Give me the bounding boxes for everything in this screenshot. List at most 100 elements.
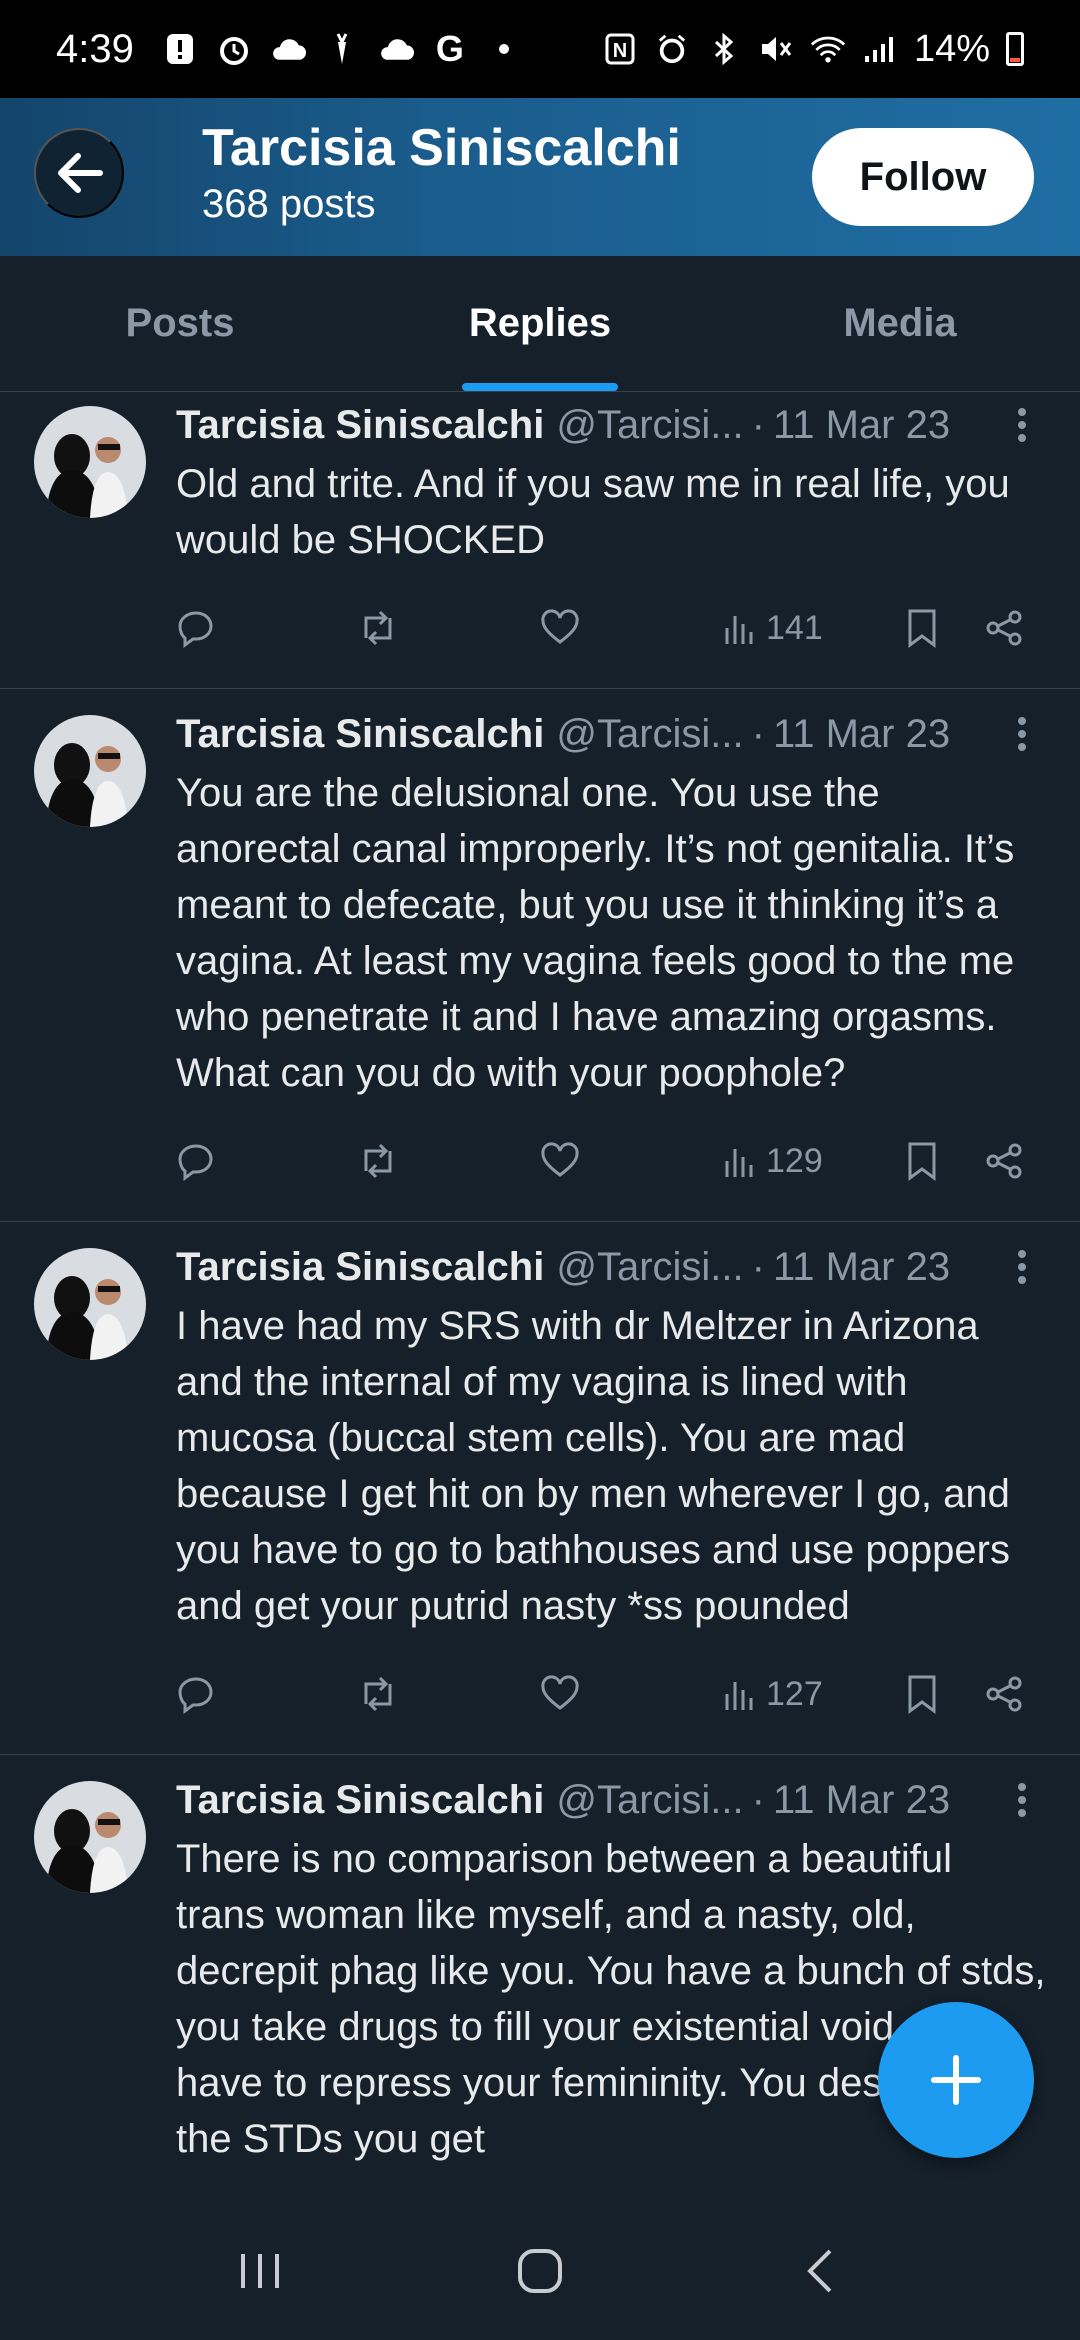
replies-feed[interactable]: Tarcisia Siniscalchi @Tarcisi... · 11 Ma… [0, 392, 1080, 2202]
wifi-icon [810, 31, 846, 67]
carrot-icon [324, 31, 360, 67]
author-handle[interactable]: @Tarcisi... [556, 1778, 743, 1823]
plus-icon [931, 2055, 981, 2105]
post-count: 368 posts [202, 182, 376, 226]
tweet-header: Tarcisia Siniscalchi @Tarcisi... · 11 Ma… [176, 1242, 1046, 1292]
bookmark-button[interactable] [906, 1664, 938, 1724]
share-button[interactable] [984, 1664, 1024, 1724]
recent-apps-icon [241, 2254, 279, 2288]
share-icon [986, 1676, 1022, 1712]
views-icon [725, 1682, 753, 1710]
tweet-text: You are the delusional one. You use the … [176, 771, 1015, 1095]
author-name[interactable]: Tarcisia Siniscalchi [176, 1778, 544, 1823]
share-button[interactable] [984, 598, 1024, 658]
back-button[interactable] [34, 128, 124, 218]
avatar[interactable] [34, 1781, 146, 1893]
view-count: 127 [766, 1674, 823, 1713]
svg-text:N: N [613, 40, 627, 62]
tweet[interactable]: Tarcisia Siniscalchi @Tarcisi... · 11 Ma… [0, 1222, 1080, 1755]
author-name[interactable]: Tarcisia Siniscalchi [176, 712, 544, 757]
alarm-icon [654, 31, 690, 67]
dot-icon [486, 31, 522, 67]
repost-button[interactable] [356, 598, 400, 658]
tab-label: Posts [125, 301, 235, 345]
views-button[interactable]: 129 [724, 1131, 823, 1191]
author-handle[interactable]: @Tarcisi... [556, 403, 743, 448]
share-button[interactable] [984, 1131, 1024, 1191]
bookmark-icon [908, 1675, 936, 1714]
reply-button[interactable] [176, 598, 216, 658]
heart-icon [541, 1675, 579, 1710]
separator-dot: · [751, 711, 765, 756]
tweet-actions: 129 [176, 1131, 1046, 1191]
header-titles: Tarcisia Siniscalchi 368 posts [202, 118, 681, 227]
tweet-date[interactable]: 11 Mar 23 [773, 1245, 950, 1290]
profile-header: Tarcisia Siniscalchi 368 posts Follow [0, 98, 1080, 256]
tab-posts[interactable]: Posts [0, 256, 360, 391]
active-tab-indicator [462, 383, 618, 391]
tab-label: Media [843, 301, 957, 345]
compose-button[interactable] [878, 2002, 1034, 2158]
tab-media[interactable]: Media [720, 256, 1080, 391]
cloud-icon [270, 31, 306, 67]
reply-button[interactable] [176, 1664, 216, 1724]
back-nav-button[interactable] [770, 2221, 870, 2321]
tweet-actions: 127 [176, 1664, 1046, 1724]
separator-dot: · [751, 402, 765, 447]
follow-button[interactable]: Follow [812, 128, 1034, 226]
arrow-left-icon [58, 153, 103, 193]
home-button[interactable] [490, 2221, 590, 2321]
tweet-header: Tarcisia Siniscalchi @Tarcisi... · 11 Ma… [176, 400, 1046, 450]
reply-icon [178, 611, 213, 648]
tweet-date[interactable]: 11 Mar 23 [773, 1778, 950, 1823]
repost-button[interactable] [356, 1131, 400, 1191]
like-button[interactable] [540, 598, 580, 658]
bluetooth-icon [706, 31, 742, 67]
status-time: 4:39 [56, 26, 134, 71]
repost-icon [364, 1143, 392, 1179]
reply-icon [178, 1144, 213, 1181]
more-options-icon[interactable] [1002, 400, 1042, 450]
tweet-header: Tarcisia Siniscalchi @Tarcisi... · 11 Ma… [176, 1775, 1046, 1825]
author-name[interactable]: Tarcisia Siniscalchi [176, 403, 544, 448]
recent-apps-button[interactable] [210, 2221, 310, 2321]
status-bar: 4:39 G N 14% [0, 0, 1080, 98]
tweet[interactable]: Tarcisia Siniscalchi @Tarcisi... · 11 Ma… [0, 689, 1080, 1222]
profile-tabs: Posts Replies Media [0, 256, 1080, 392]
share-icon [986, 1143, 1022, 1179]
status-right: N 14% [602, 28, 1024, 71]
tweet[interactable]: Tarcisia Siniscalchi @Tarcisi... · 11 Ma… [0, 392, 1080, 689]
author-handle[interactable]: @Tarcisi... [556, 1245, 743, 1290]
like-button[interactable] [540, 1131, 580, 1191]
author-name[interactable]: Tarcisia Siniscalchi [176, 1245, 544, 1290]
reply-icon [178, 1677, 213, 1714]
bookmark-button[interactable] [906, 598, 938, 658]
repost-button[interactable] [356, 1664, 400, 1724]
avatar[interactable] [34, 715, 146, 827]
view-count: 141 [766, 608, 823, 647]
view-count: 129 [766, 1141, 823, 1180]
tweet-date[interactable]: 11 Mar 23 [773, 403, 950, 448]
author-handle[interactable]: @Tarcisi... [556, 712, 743, 757]
tab-replies[interactable]: Replies [360, 256, 720, 391]
avatar[interactable] [34, 1248, 146, 1360]
views-icon [725, 616, 753, 644]
more-options-icon[interactable] [1002, 709, 1042, 759]
tweet-date[interactable]: 11 Mar 23 [773, 712, 950, 757]
heart-icon [541, 609, 579, 644]
reply-button[interactable] [176, 1131, 216, 1191]
heart-icon [541, 1142, 579, 1177]
more-options-icon[interactable] [1002, 1775, 1042, 1825]
views-button[interactable]: 141 [724, 598, 823, 658]
more-options-icon[interactable] [1002, 1242, 1042, 1292]
tab-label: Replies [468, 301, 612, 345]
views-button[interactable]: 127 [724, 1664, 823, 1724]
tweet-header: Tarcisia Siniscalchi @Tarcisi... · 11 Ma… [176, 709, 1046, 759]
back-chevron-icon [807, 2249, 832, 2293]
bookmark-button[interactable] [906, 1131, 938, 1191]
battery-percent: 14% [913, 27, 990, 70]
alert-icon [162, 31, 198, 67]
system-nav-bar [0, 2202, 1080, 2340]
avatar[interactable] [34, 406, 146, 518]
like-button[interactable] [540, 1664, 580, 1724]
